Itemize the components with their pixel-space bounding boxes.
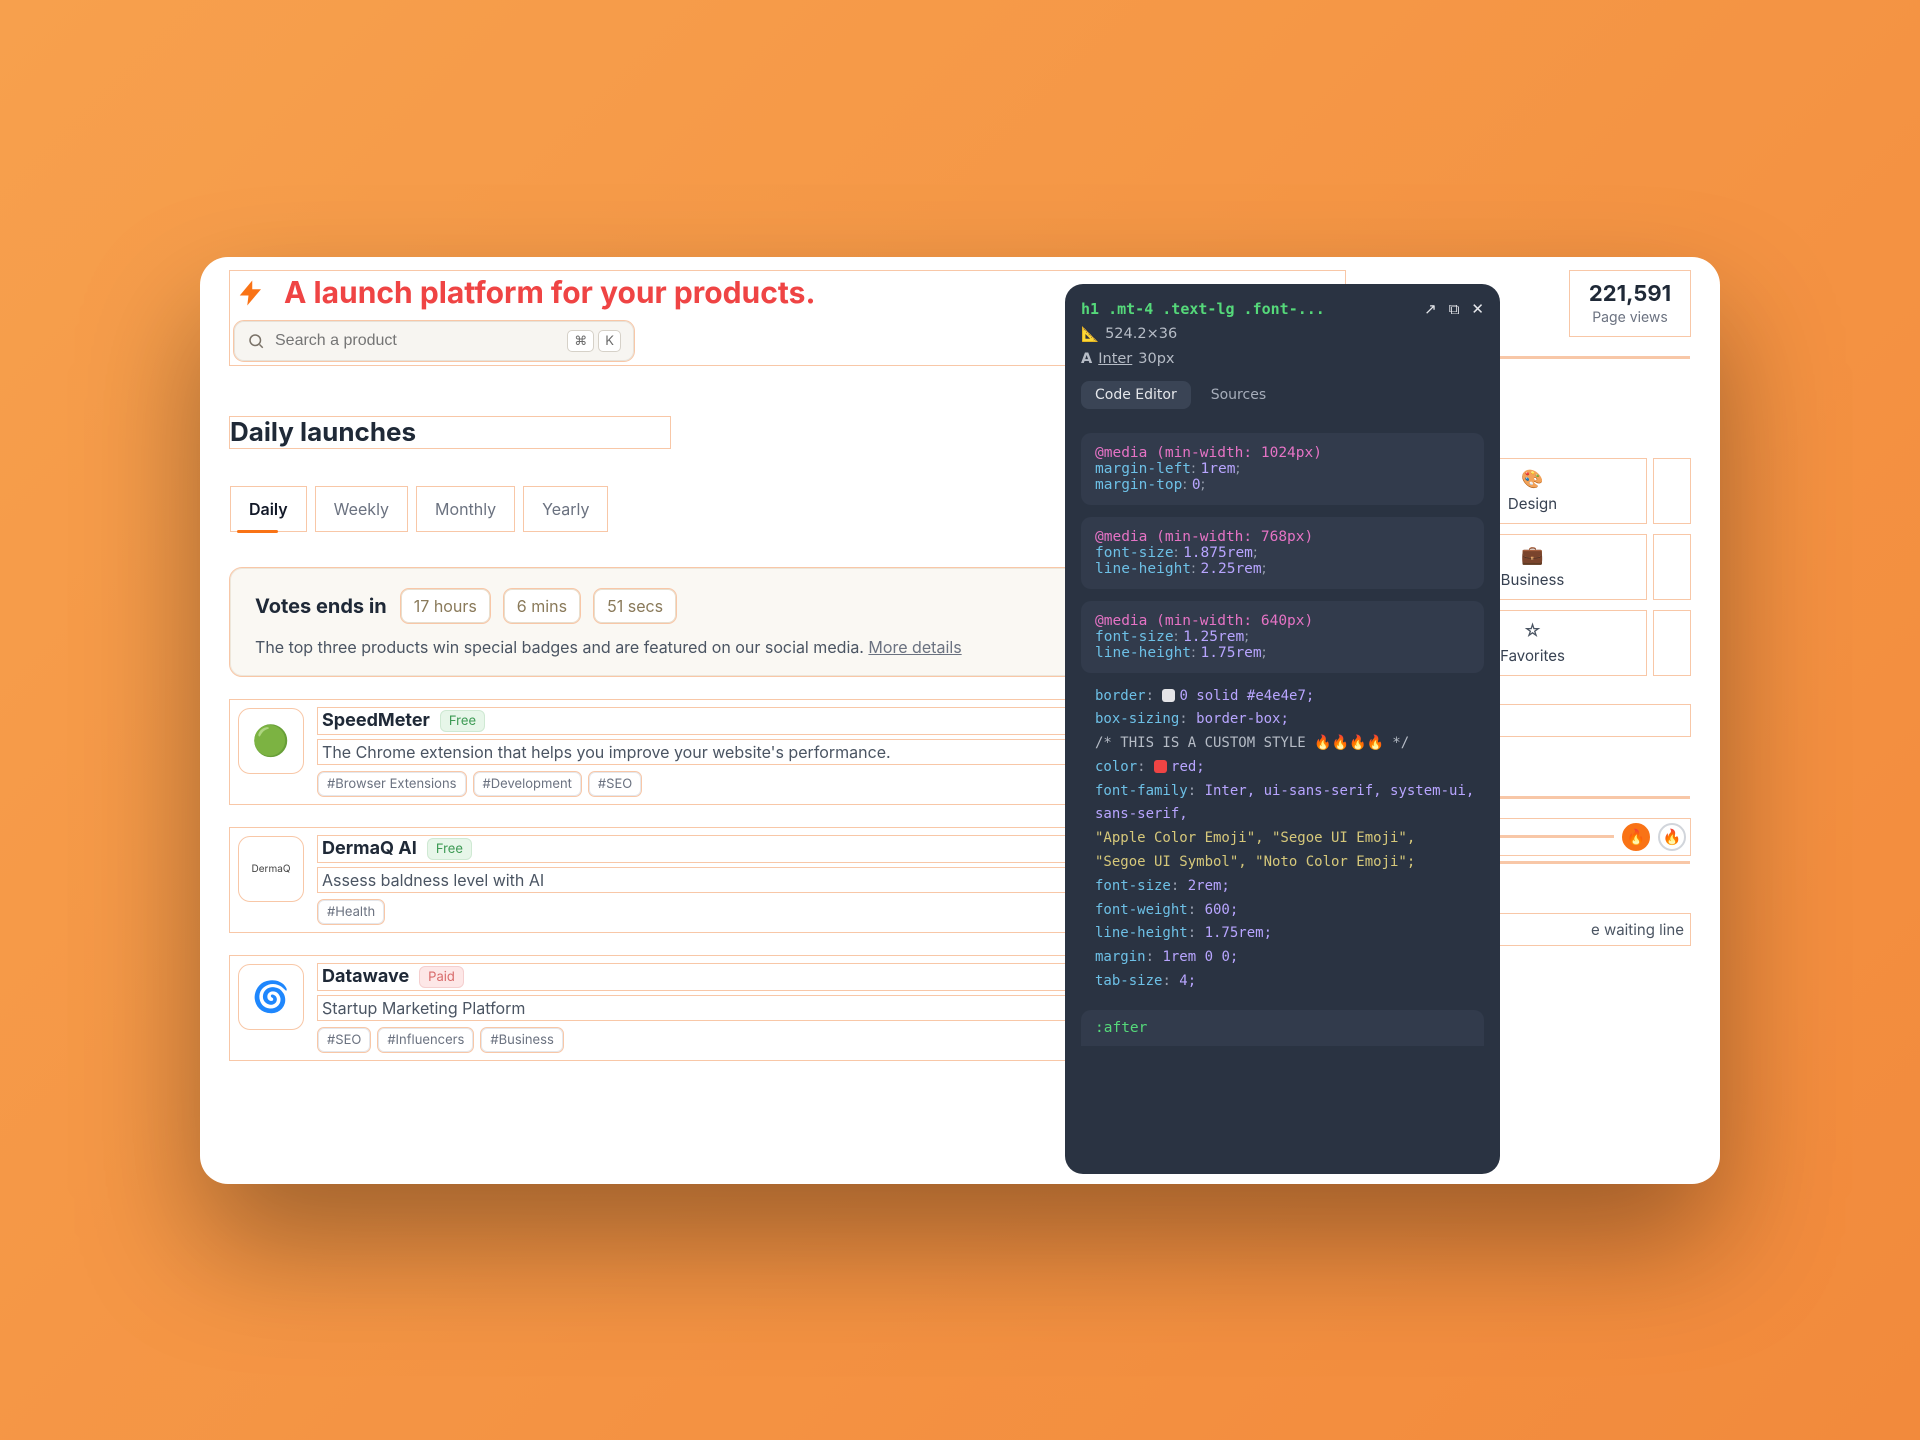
search-input-wrap[interactable]: ⌘ K [234, 321, 634, 361]
product-logo: DermaQ [238, 836, 304, 902]
inspector-selector: h1 .mt-4 .text-lg .font-... [1081, 300, 1325, 318]
tab-daily[interactable]: Daily [230, 486, 307, 532]
inspector-tab-code[interactable]: Code Editor [1081, 381, 1191, 409]
tab-weekly[interactable]: Weekly [315, 486, 408, 532]
product-tag[interactable]: #Development [474, 772, 581, 796]
search-input[interactable] [275, 332, 557, 350]
inspector-tab-sources[interactable]: Sources [1197, 381, 1280, 409]
inspector-panel[interactable]: h1 .mt-4 .text-lg .font-... ↗ ⧉ ✕ 📐 524.… [1065, 284, 1500, 1174]
copy-icon[interactable]: ⧉ [1449, 300, 1460, 318]
font-icon: A [1081, 351, 1092, 367]
product-name: Datawave [322, 966, 409, 987]
vote-more-link[interactable]: More details [868, 637, 961, 657]
element-styles: border: 0 solid #e4e4e7;box-sizing: bord… [1065, 673, 1500, 994]
stat-pageviews: 221,591 Page views [1570, 271, 1690, 336]
product-logo: 🟢 [238, 708, 304, 774]
tab-yearly[interactable]: Yearly [523, 486, 608, 532]
media-rule-768: @media (min-width: 768px) font-size: 1.8… [1081, 517, 1484, 589]
flame-icon-off: 🔥 [1658, 823, 1686, 851]
product-tag[interactable]: #SEO [589, 772, 641, 796]
close-icon[interactable]: ✕ [1471, 300, 1484, 318]
product-tag[interactable]: #Influencers [378, 1028, 473, 1052]
product-tag[interactable]: #SEO [318, 1028, 370, 1052]
app-window: A launch platform for your products. ⌘ K… [200, 257, 1720, 1184]
media-rule-640: @media (min-width: 640px) font-size: 1.2… [1081, 601, 1484, 673]
product-logo: 🌀 [238, 964, 304, 1030]
open-external-icon[interactable]: ↗ [1424, 300, 1437, 318]
product-tag[interactable]: #Business [481, 1028, 562, 1052]
vote-hours: 17 hours [401, 589, 490, 623]
inspector-dimensions: 📐 524.2×36 [1081, 326, 1484, 343]
search-shortcut: ⌘ K [567, 330, 621, 352]
after-selector: :after [1081, 1010, 1484, 1046]
vote-mins: 6 mins [504, 589, 580, 623]
product-tag[interactable]: #Browser Extensions [318, 772, 466, 796]
price-badge: Paid [419, 966, 464, 988]
price-badge: Free [440, 710, 485, 732]
inspector-font: A Inter 30px [1081, 351, 1484, 367]
tab-monthly[interactable]: Monthly [416, 486, 515, 532]
product-name: SpeedMeter [322, 710, 430, 731]
price-badge: Free [427, 838, 472, 860]
product-tag[interactable]: #Health [318, 900, 384, 924]
flame-icon: 🔥 [1622, 823, 1650, 851]
vote-intro: Votes ends in [255, 594, 387, 618]
vote-secs: 51 secs [594, 589, 676, 623]
page-title: A launch platform for your products. [284, 275, 815, 311]
bolt-icon [234, 276, 268, 310]
search-icon [247, 332, 265, 350]
product-name: DermaQ AI [322, 838, 417, 859]
ruler-icon: 📐 [1081, 326, 1099, 343]
media-rule-1024: @media (min-width: 1024px) margin-left: … [1081, 433, 1484, 505]
section-heading: Daily launches [230, 417, 670, 448]
